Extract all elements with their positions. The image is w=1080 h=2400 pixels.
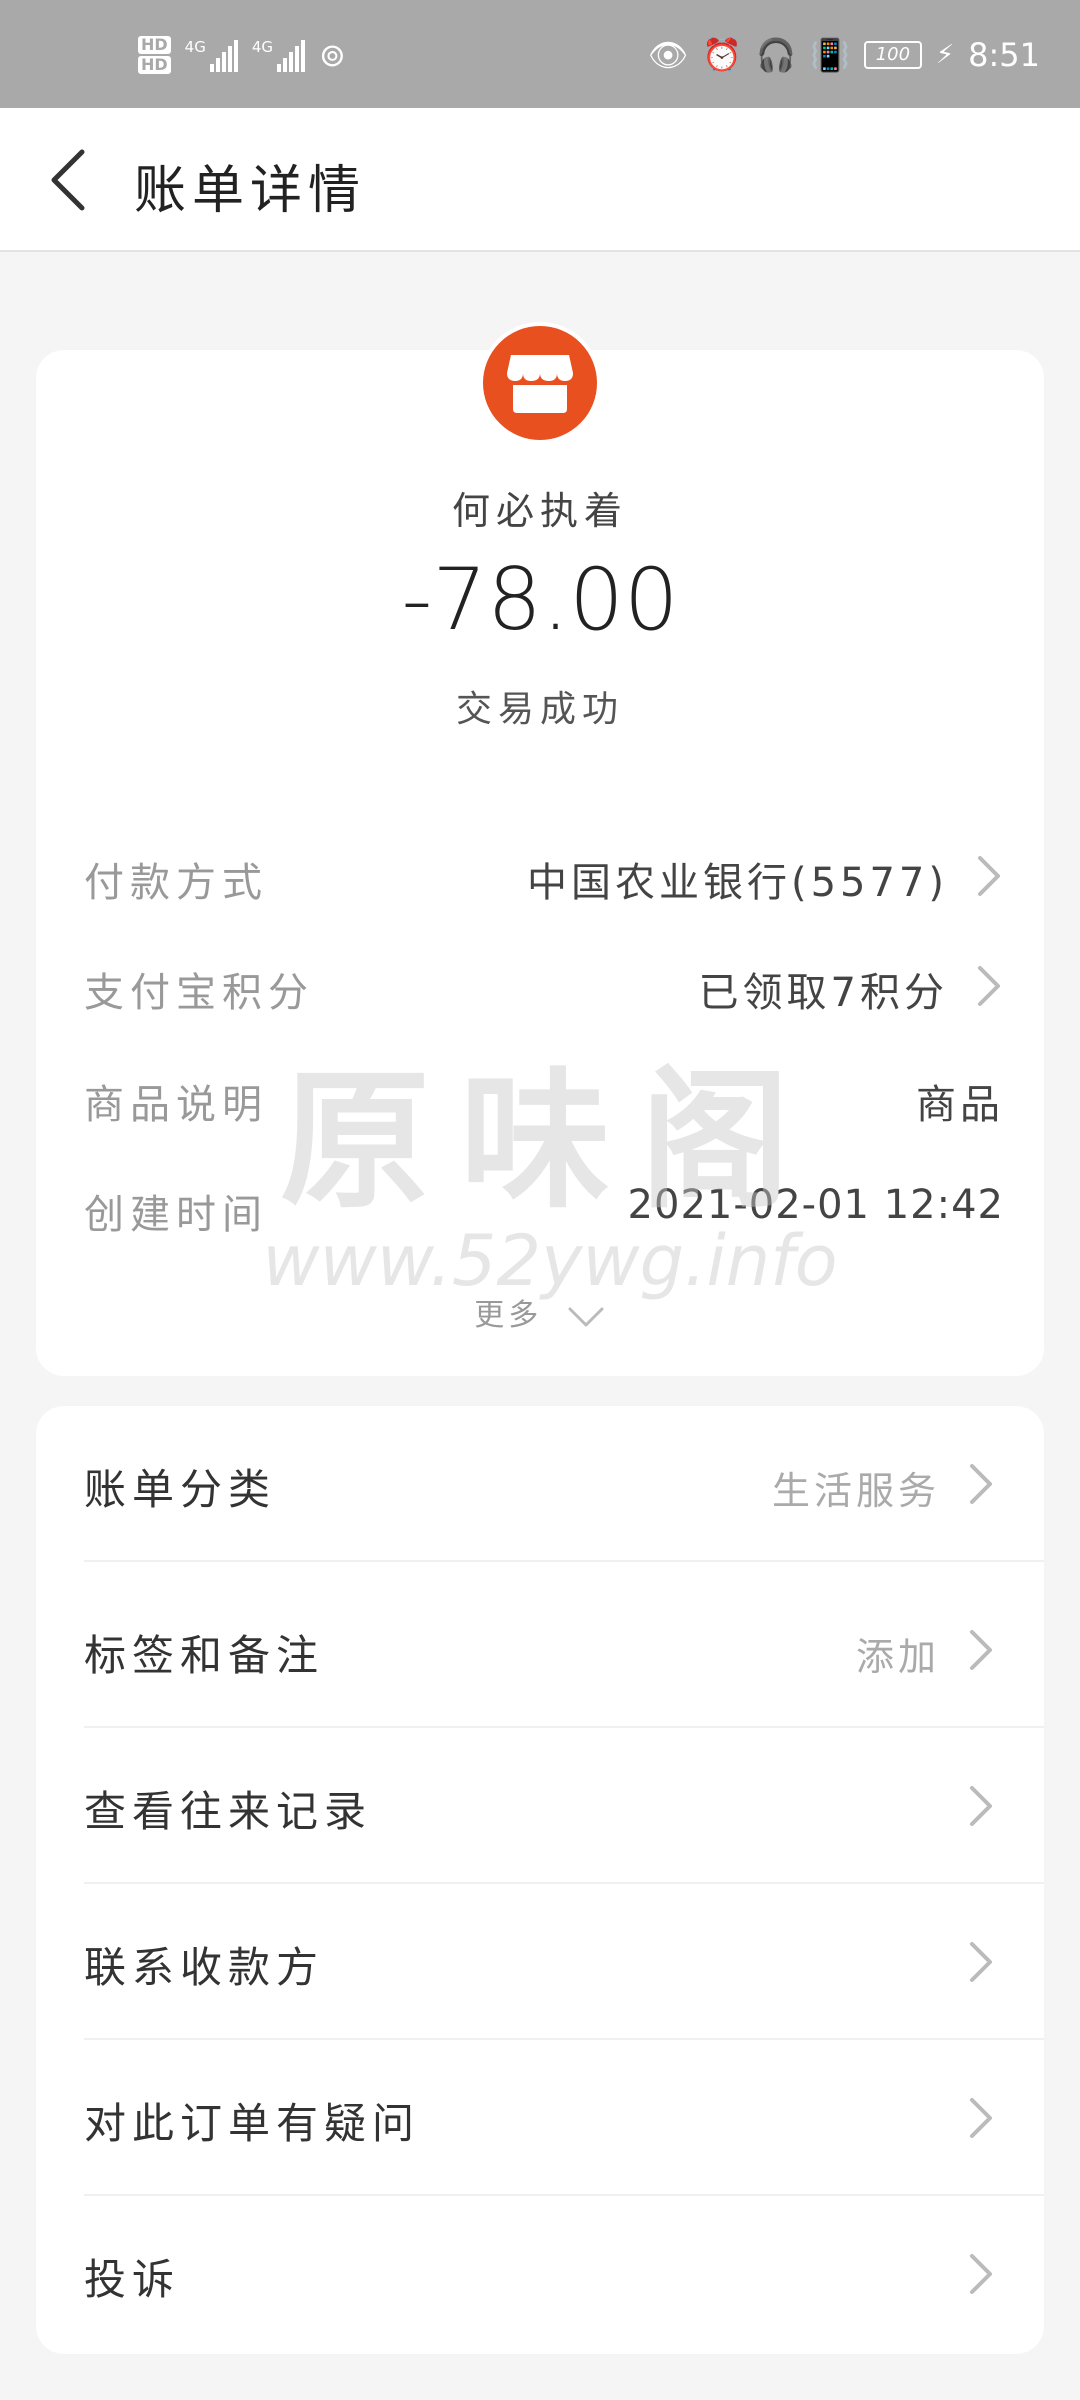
chevron-down-icon <box>568 1307 604 1326</box>
merchant-avatar[interactable] <box>479 322 601 444</box>
status-left: HD HD 4G 4G ⊚ <box>138 30 346 80</box>
network-type-2: 4G <box>251 38 274 56</box>
action-label: 投诉 <box>84 2255 181 2304</box>
detail-value: 中国农业银行(5577) <box>526 860 948 906</box>
detail-key: 付款方式 <box>84 860 268 906</box>
chevron-right-icon <box>970 1464 992 1504</box>
detail-key: 创建时间 <box>84 1192 268 1238</box>
action-order-question[interactable]: 对此订单有疑问 <box>84 2040 1044 2196</box>
bill-amount: -78.00 <box>401 550 679 650</box>
action-value: 生活服务 <box>771 1469 940 1513</box>
eye-icon: 👁 <box>647 36 689 74</box>
action-label: 标签和备注 <box>84 1631 325 1680</box>
action-label: 账单分类 <box>84 1465 277 1514</box>
battery-icon: 100 <box>863 41 922 69</box>
status-bar: HD HD 4G 4G ⊚ 👁 ⏰ 🎧 📳 100 ⚡ 8:51 <box>0 0 1080 108</box>
detail-key: 商品说明 <box>84 1082 268 1128</box>
status-right: 👁 ⏰ 🎧 📳 100 ⚡ 8:51 <box>648 30 1040 80</box>
signal-icon-1: 4G <box>185 38 238 72</box>
detail-row-payment-method[interactable]: 付款方式 中国农业银行(5577) <box>84 840 1004 910</box>
detail-row-created-time: 创建时间 2021-02-01 12:42 <box>84 1172 1004 1242</box>
nav-bar: 账单详情 <box>0 108 1080 252</box>
hd-badge-2: HD <box>138 56 171 74</box>
back-button[interactable] <box>40 142 100 218</box>
chevron-right-icon <box>978 966 1000 1006</box>
charging-icon: ⚡ <box>935 40 955 70</box>
chevron-right-icon <box>970 1786 992 1826</box>
action-view-history[interactable]: 查看往来记录 <box>84 1728 1044 1884</box>
store-icon <box>507 355 573 413</box>
hotspot-icon: ⊚ <box>319 36 346 74</box>
action-tags-notes[interactable]: 标签和备注 添加 <box>84 1572 1044 1728</box>
more-toggle[interactable]: 更多 <box>36 1290 1044 1334</box>
action-contact-payee[interactable]: 联系收款方 <box>84 1884 1044 2040</box>
action-complaint[interactable]: 投诉 <box>84 2196 1044 2352</box>
detail-value: 2021-02-01 12:42 <box>627 1182 1004 1228</box>
detail-value: 已领取7积分 <box>698 970 948 1016</box>
action-label: 查看往来记录 <box>84 1787 373 1836</box>
detail-row-alipay-points[interactable]: 支付宝积分 已领取7积分 <box>84 950 1004 1020</box>
bill-actions-card: 账单分类 生活服务 标签和备注 添加 查看往来记录 联系收款方 对此订单有疑问 … <box>36 1406 1044 2354</box>
transaction-status: 交易成功 <box>455 689 624 730</box>
alarm-icon: ⏰ <box>702 36 743 74</box>
detail-key: 支付宝积分 <box>84 970 314 1016</box>
network-type-1: 4G <box>184 38 206 56</box>
clock: 8:51 <box>968 36 1040 74</box>
signal-icon-2: 4G <box>251 38 306 72</box>
action-value: 添加 <box>855 1635 940 1679</box>
merchant-name: 何必执着 <box>451 489 628 533</box>
headphones-icon: 🎧 <box>756 36 797 74</box>
detail-row-product-desc: 商品说明 商品 <box>84 1062 1004 1132</box>
vibrate-icon: 📳 <box>810 36 850 74</box>
action-bill-category[interactable]: 账单分类 生活服务 <box>84 1406 1044 1562</box>
action-label: 对此订单有疑问 <box>84 2099 421 2148</box>
chevron-right-icon <box>970 1630 992 1670</box>
back-arrow-icon <box>51 149 85 211</box>
chevron-right-icon <box>978 856 1000 896</box>
page-title: 账单详情 <box>134 161 367 221</box>
detail-value: 商品 <box>916 1082 1004 1128</box>
chevron-right-icon <box>970 2254 992 2294</box>
chevron-right-icon <box>970 1942 992 1982</box>
bill-summary-card: 何必执着 -78.00 交易成功 付款方式 中国农业银行(5577) 支付宝积分… <box>36 322 1044 1376</box>
action-label: 联系收款方 <box>84 1943 325 1992</box>
chevron-right-icon <box>970 2098 992 2138</box>
more-label: 更多 <box>474 1298 543 1333</box>
hd-indicator: HD HD <box>138 36 171 74</box>
hd-badge-1: HD <box>138 36 171 54</box>
